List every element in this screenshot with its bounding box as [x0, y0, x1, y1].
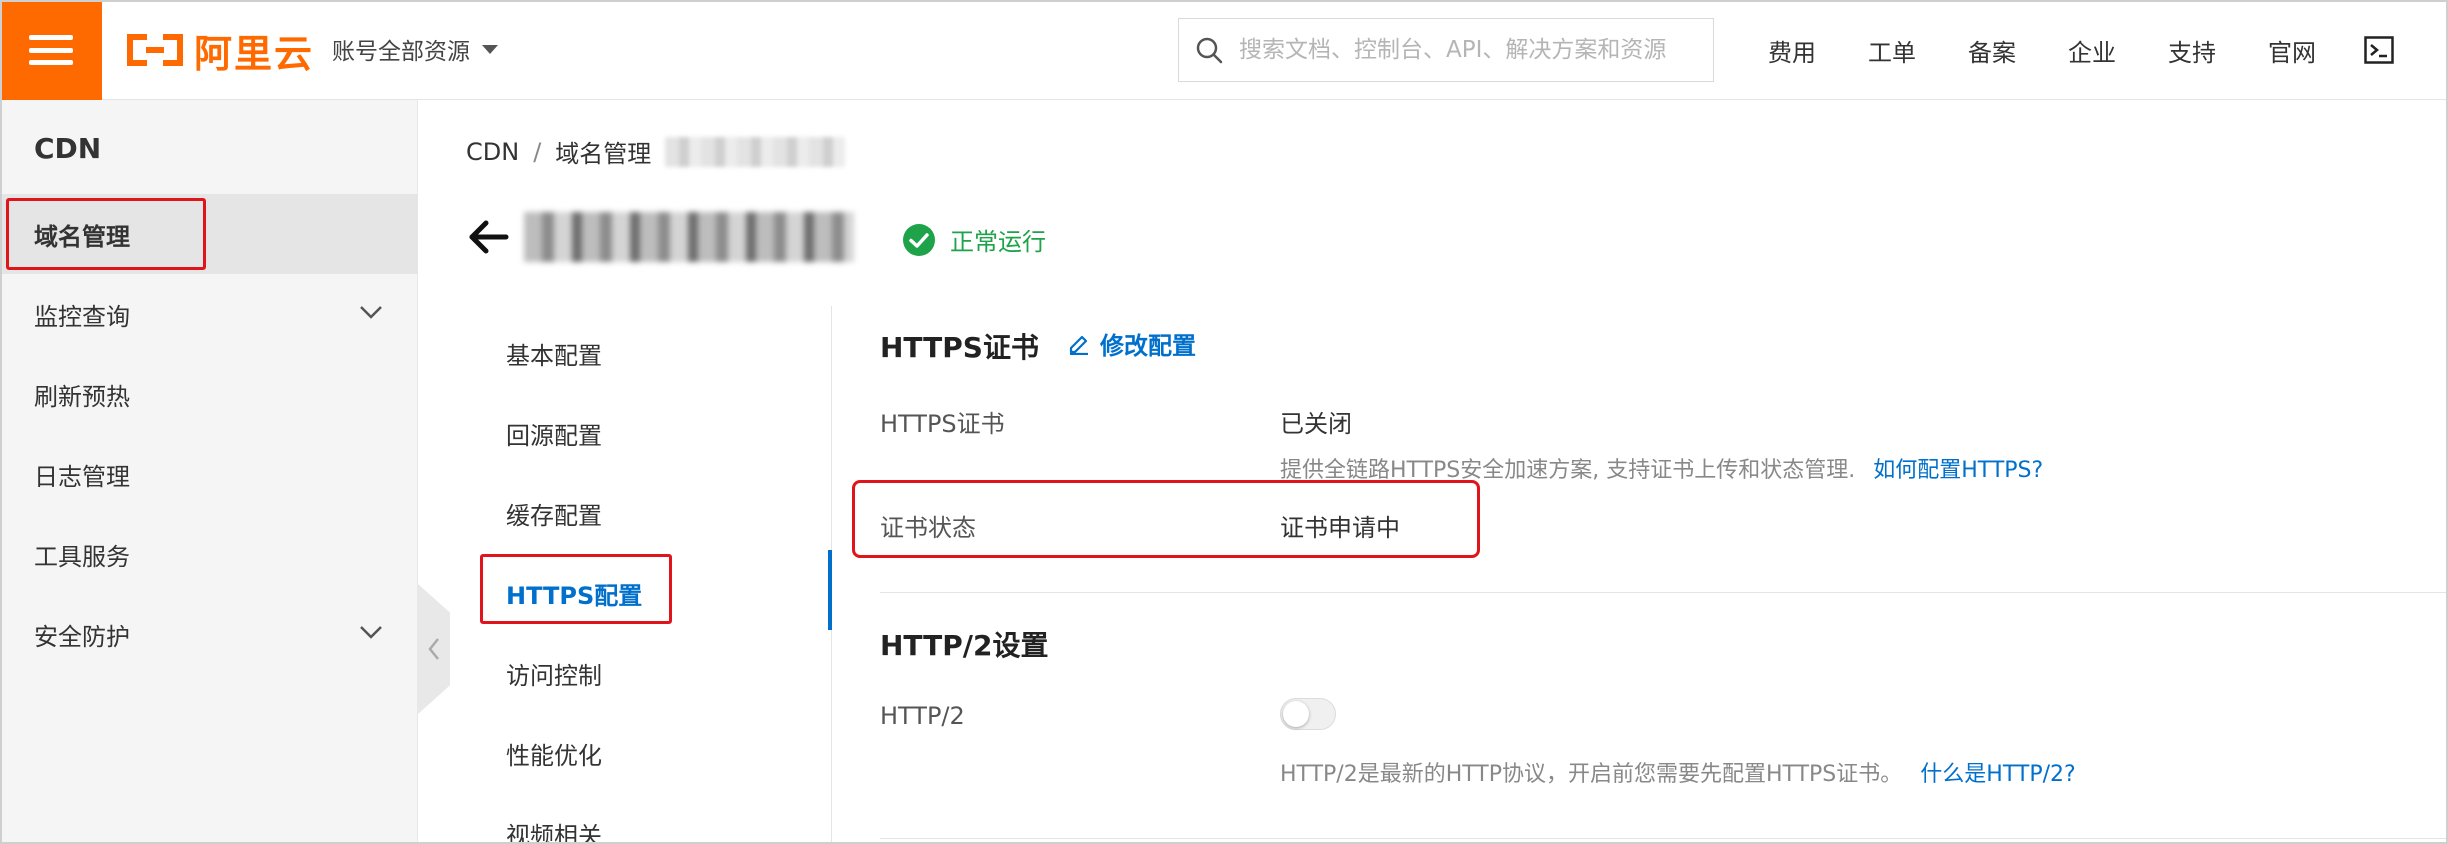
subnav-active-indicator — [828, 550, 832, 630]
http2-section-title: HTTP/2设置 — [880, 629, 1049, 662]
edit-config-link[interactable]: 修改配置 — [1068, 326, 1196, 361]
breadcrumb-separator: / — [533, 137, 542, 166]
account-label: 账号全部资源 — [332, 39, 470, 65]
hamburger-icon — [29, 35, 73, 65]
what-is-http2-link[interactable]: 什么是HTTP/2? — [1920, 762, 2075, 787]
edit-pencil-icon — [1069, 335, 1088, 355]
account-resource-dropdown[interactable]: 账号全部资源 — [332, 32, 498, 66]
subnav-performance[interactable]: 性能优化 — [506, 736, 602, 771]
http2-hint: HTTP/2是最新的HTTP协议，开启前您需要先配置HTTPS证书。 什么是HTT… — [1280, 756, 2076, 788]
sidebar-item-label: 刷新预热 — [34, 382, 130, 411]
chevron-down-icon — [360, 306, 382, 319]
check-circle-icon — [903, 223, 935, 256]
highlight-box-domain-management — [6, 198, 206, 270]
hamburger-menu-button[interactable] — [0, 0, 102, 100]
sidebar-collapse-handle[interactable] — [418, 584, 450, 714]
section-divider — [880, 838, 2448, 839]
highlight-box-https-config — [480, 554, 672, 624]
subnav-video[interactable]: 视频相关 — [506, 816, 602, 844]
breadcrumb-cdn[interactable]: CDN — [466, 138, 519, 166]
config-content: HTTPS证书 修改配置 HTTPS证书 已关闭 提供全链路HTTPS安全加速方… — [880, 306, 2448, 844]
section-divider — [880, 592, 2448, 593]
toggle-knob — [1283, 701, 1309, 727]
chevron-left-icon — [428, 638, 439, 660]
subnav-access-control[interactable]: 访问控制 — [506, 656, 602, 691]
nav-support[interactable]: 支持 — [2142, 33, 2242, 68]
breadcrumb-domain-management[interactable]: 域名管理 — [555, 134, 651, 169]
breadcrumb: CDN / 域名管理 — [466, 134, 846, 169]
http2-hint-text: HTTP/2是最新的HTTP协议，开启前您需要先配置HTTPS证书。 — [1280, 762, 1903, 787]
back-arrow-icon[interactable] — [466, 217, 510, 257]
top-bar: 阿里云 账号全部资源 费用 工单 备案 企业 支持 官网 — [0, 0, 2448, 100]
search-icon — [1196, 37, 1223, 64]
domain-status: 正常运行 — [902, 222, 1046, 257]
sidebar-item-label: 工具服务 — [34, 542, 130, 571]
how-to-config-https-link[interactable]: 如何配置HTTPS? — [1873, 458, 2043, 483]
subnav-cache-config[interactable]: 缓存配置 — [506, 496, 602, 531]
terminal-icon[interactable] — [2364, 36, 2394, 64]
chevron-down-icon — [360, 626, 382, 639]
sidebar-item-label: 安全防护 — [34, 622, 130, 651]
nav-official-site[interactable]: 官网 — [2242, 33, 2342, 68]
nav-icp-filing[interactable]: 备案 — [1942, 33, 2042, 68]
sidebar-title: CDN — [34, 132, 102, 165]
http2-label: HTTP/2 — [880, 702, 965, 730]
http2-toggle[interactable] — [1280, 698, 1336, 730]
sidebar-item-monitoring[interactable]: 监控查询 — [0, 274, 418, 354]
search-input[interactable] — [1239, 37, 1699, 63]
redacted-domain-title — [524, 212, 854, 262]
subnav-basic-config[interactable]: 基本配置 — [506, 336, 602, 371]
edit-config-label: 修改配置 — [1100, 332, 1196, 360]
sidebar-item-label: 日志管理 — [34, 462, 130, 491]
caret-down-icon — [482, 44, 498, 54]
redacted-domain-name — [665, 136, 846, 167]
https-cert-section-title: HTTPS证书 — [880, 331, 1039, 364]
sidebar-item-label: 监控查询 — [34, 302, 130, 331]
sidebar-item-refresh-prefetch[interactable]: 刷新预热 — [0, 354, 418, 434]
sidebar-item-security[interactable]: 安全防护 — [0, 594, 418, 674]
https-cert-label: HTTPS证书 — [880, 410, 1005, 438]
sidebar-item-tools[interactable]: 工具服务 — [0, 514, 418, 594]
status-text: 正常运行 — [950, 228, 1046, 256]
highlight-box-cert-status — [852, 480, 1480, 558]
https-cert-value: 已关闭 — [1280, 410, 1352, 438]
logo-text: 阿里云 — [194, 31, 315, 76]
search-box[interactable] — [1178, 18, 1714, 82]
top-nav: 费用 工单 备案 企业 支持 官网 — [1742, 0, 2342, 100]
nav-billing[interactable]: 费用 — [1742, 33, 1842, 68]
aliyun-logo[interactable]: 阿里云 — [126, 28, 314, 76]
subnav-origin-config[interactable]: 回源配置 — [506, 416, 602, 451]
nav-enterprise[interactable]: 企业 — [2042, 33, 2142, 68]
nav-tickets[interactable]: 工单 — [1842, 33, 1942, 68]
aliyun-logo-icon — [127, 34, 183, 66]
domain-title-row — [466, 212, 854, 262]
sidebar-item-logs[interactable]: 日志管理 — [0, 434, 418, 514]
